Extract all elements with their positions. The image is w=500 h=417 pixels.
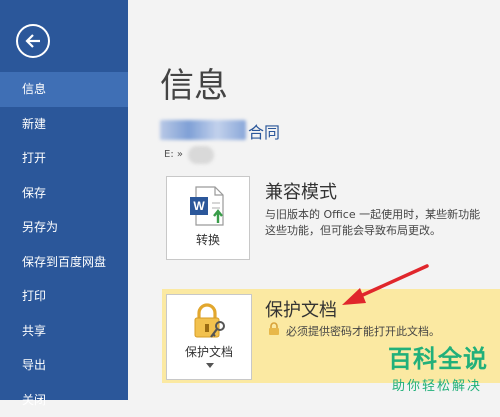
sidebar-item-export[interactable]: 导出 [0, 348, 128, 383]
back-button[interactable] [16, 24, 50, 58]
compat-desc-line2: 这些功能，但可能会导致布局更改。 [265, 223, 500, 239]
sidebar-item-open[interactable]: 打开 [0, 141, 128, 176]
svg-text:W: W [193, 199, 205, 213]
convert-button-label: 转换 [167, 231, 249, 248]
sidebar-item-print[interactable]: 打印 [0, 279, 128, 314]
sidebar-item-save-as[interactable]: 另存为 [0, 210, 128, 245]
protect-document-button[interactable]: 保护文档 [166, 294, 252, 380]
chevron-down-icon [206, 363, 214, 369]
compat-desc-line1: 与旧版本的 Office 一起使用时，某些新功能 [265, 207, 500, 223]
protect-document-title: 保护文档 [265, 296, 337, 322]
sidebar: 信息 新建 打开 保存 另存为 保存到百度网盘 打印 共享 导出 关闭 [0, 0, 128, 400]
page-title: 信息 [160, 62, 228, 110]
protect-document-button-label: 保护文档 [167, 343, 251, 360]
sidebar-item-save[interactable]: 保存 [0, 176, 128, 211]
compat-mode-description: 与旧版本的 Office 一起使用时，某些新功能 这些功能，但可能会导致布局更改… [265, 207, 500, 239]
lock-key-icon [189, 301, 229, 341]
doc-path: E: » [164, 149, 183, 160]
doc-name: 合同 [248, 119, 280, 143]
doc-name-blurred [160, 120, 246, 140]
watermark-subtitle: 助你轻松解决 [392, 375, 482, 394]
doc-path-blurred [188, 146, 214, 164]
watermark-title: 百科全说 [388, 339, 488, 374]
sidebar-item-new[interactable]: 新建 [0, 107, 128, 142]
sidebar-item-share[interactable]: 共享 [0, 314, 128, 349]
watermark: 百科全说 助你轻松解决 [372, 338, 500, 400]
small-lock-icon [267, 322, 281, 336]
protect-document-description: 必须提供密码才能打开此文档。 [286, 323, 440, 339]
convert-button[interactable]: W 转换 [166, 176, 250, 260]
back-arrow-icon [24, 32, 42, 50]
sidebar-item-save-to-baidu[interactable]: 保存到百度网盘 [0, 245, 128, 280]
compat-mode-title: 兼容模式 [265, 178, 337, 204]
sidebar-nav: 信息 新建 打开 保存 另存为 保存到百度网盘 打印 共享 导出 关闭 [0, 72, 128, 417]
sidebar-item-info[interactable]: 信息 [0, 72, 128, 107]
word-convert-icon: W [188, 185, 228, 227]
